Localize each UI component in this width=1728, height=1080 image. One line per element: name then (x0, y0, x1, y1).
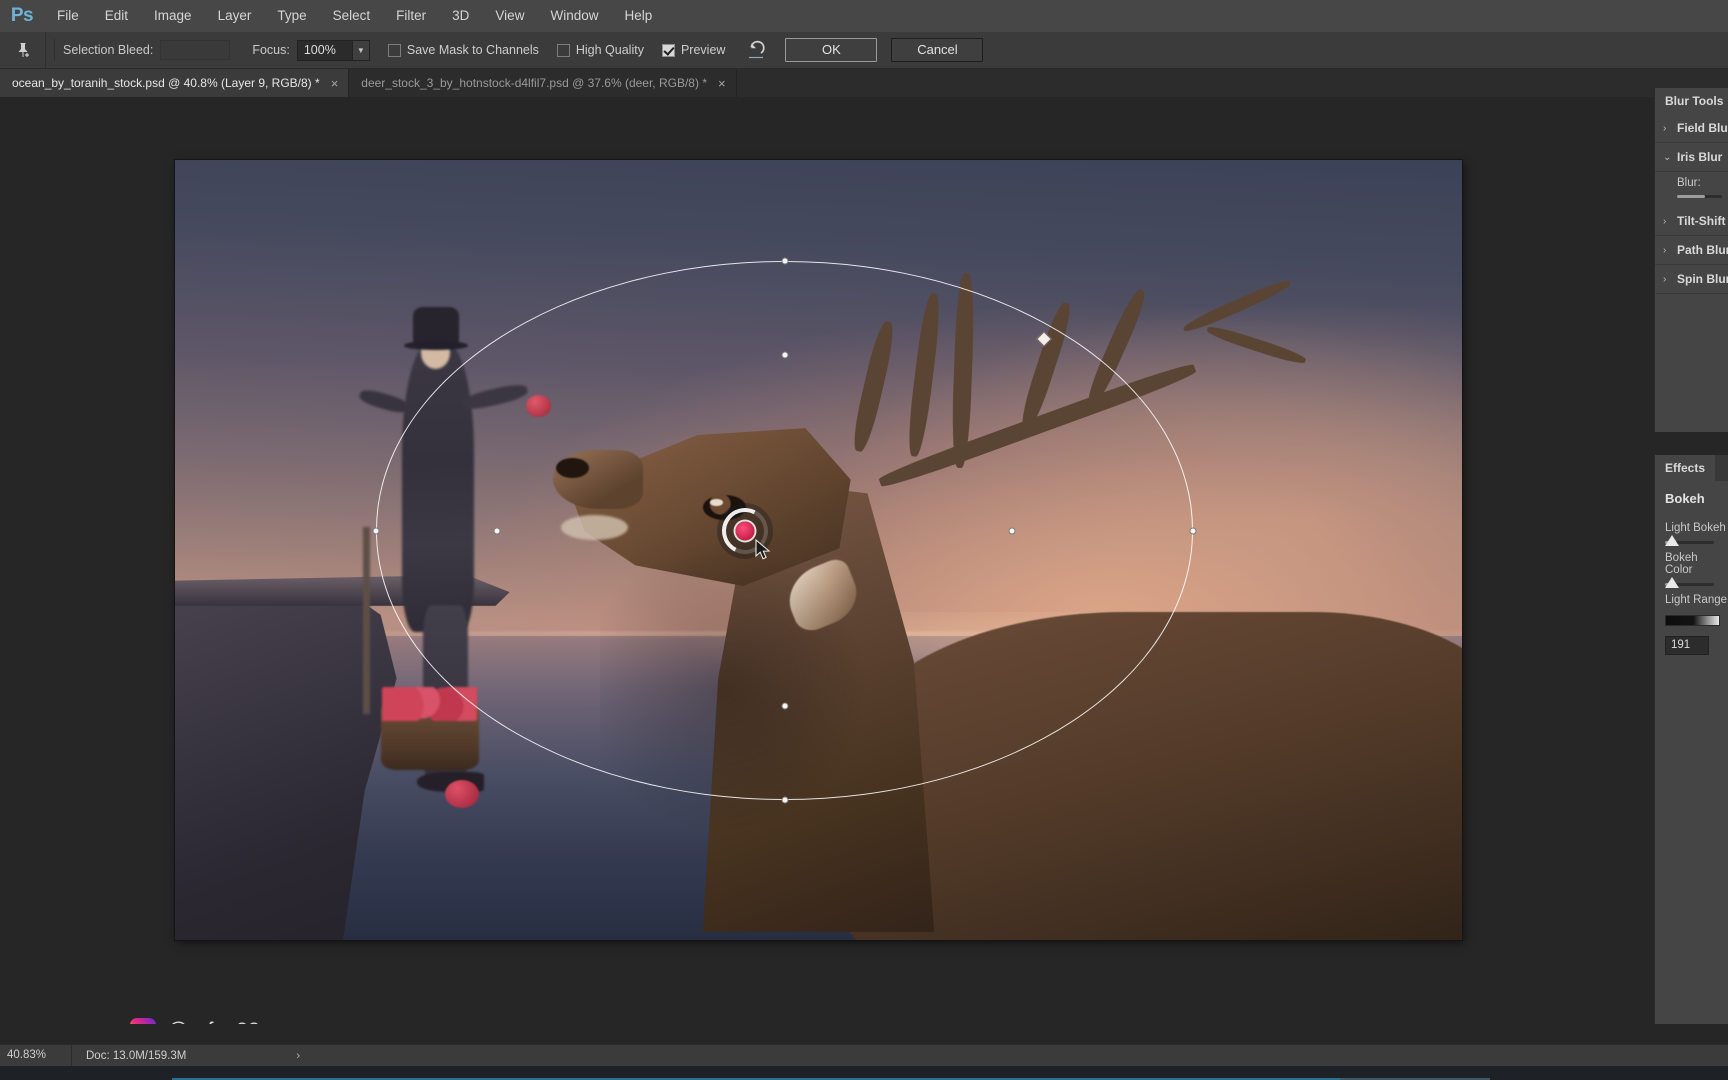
chevron-right-icon[interactable]: › (1663, 274, 1677, 285)
menu-item-edit[interactable]: Edit (92, 0, 141, 32)
light-range-value[interactable]: 191 (1665, 636, 1709, 655)
document-canvas[interactable] (175, 160, 1462, 940)
ok-button[interactable]: OK (785, 38, 878, 62)
blur-tool-field-blur[interactable]: › Field Blur (1655, 114, 1728, 143)
high-quality-checkbox[interactable]: High Quality (556, 43, 644, 57)
status-expand-icon[interactable]: › (186, 1050, 300, 1062)
menu-bar: Ps File Edit Image Layer Type Select Filter 3D V… (0, 0, 1728, 32)
preview-checkbox[interactable]: Preview (661, 43, 726, 57)
preview-label: Preview (680, 43, 726, 57)
chevron-right-icon[interactable]: › (1663, 245, 1677, 256)
effects-tabstrip: Effects (1655, 455, 1728, 481)
checkbox-box (556, 43, 570, 57)
document-tab[interactable]: ocean_by_toranih_stock.psd @ 40.8% (Laye… (0, 69, 350, 97)
menu-item-select[interactable]: Select (320, 0, 384, 32)
blur-tools-list: › Field Blur ⌄ Iris Blur Blur: › Tilt-Shift › Pa… (1655, 114, 1728, 294)
blur-tools-tabstrip: Blur Tools (1655, 88, 1728, 114)
checkbox-box (661, 43, 675, 57)
menu-item-3d[interactable]: 3D (439, 0, 482, 32)
right-panel-rail: Blur Tools › Field Blur ⌄ Iris Blur Blur: › Ti… (1654, 88, 1728, 1024)
checkbox-box (387, 43, 401, 57)
deer-shading (599, 518, 1012, 940)
reset-arrow-icon[interactable] (741, 37, 771, 63)
zoom-level[interactable]: 40.83% (0, 1045, 72, 1066)
slider-fill (1677, 195, 1705, 198)
blur-tool-path-blur[interactable]: › Path Blur (1655, 236, 1728, 265)
cancel-button[interactable]: Cancel (891, 38, 984, 62)
save-mask-label: Save Mask to Channels (406, 43, 539, 57)
slider-track (1664, 535, 1714, 546)
blur-tools-panel: Blur Tools › Field Blur ⌄ Iris Blur Blur: › Ti… (1654, 88, 1728, 432)
divider (54, 39, 55, 61)
menu-item-view[interactable]: View (482, 0, 537, 32)
blur-tool-spin-blur[interactable]: › Spin Blur (1655, 265, 1728, 294)
menu-item-image[interactable]: Image (141, 0, 205, 32)
os-taskbar (0, 1066, 1728, 1080)
man-hat-brim (404, 340, 469, 350)
blur-tool-label: Path Blur (1677, 243, 1728, 257)
selection-bleed-input[interactable] (160, 40, 231, 60)
menu-item-window[interactable]: Window (537, 0, 611, 32)
focus-label: Focus: (252, 43, 290, 57)
canvas-workspace[interactable]: @rafya88 (0, 97, 1654, 1024)
light-range-gradient-slider[interactable] (1665, 615, 1720, 626)
watermark-handle: @rafya88 (167, 1019, 260, 1024)
iris-blur-controls: Blur: (1655, 172, 1728, 207)
blur-tool-label: Tilt-Shift (1677, 214, 1726, 228)
slider-track (1664, 577, 1714, 588)
menu-items: File Edit Image Layer Type Select Filter 3D View… (44, 0, 665, 32)
menu-item-filter[interactable]: Filter (383, 0, 439, 32)
blur-tool-iris-blur[interactable]: ⌄ Iris Blur (1655, 143, 1728, 172)
apple-on-ground (445, 780, 479, 809)
blur-slider[interactable] (1677, 195, 1722, 198)
high-quality-label: High Quality (575, 43, 644, 57)
tool-options-bar: Selection Bleed: Focus: 100% ▼ Save Mask… (0, 32, 1728, 69)
watermark: @rafya88 (130, 1018, 260, 1024)
light-range-label: Light Range (1665, 594, 1728, 606)
artwork-image (175, 160, 1462, 940)
tab-blur-tools[interactable]: Blur Tools (1655, 88, 1728, 114)
menu-item-type[interactable]: Type (264, 0, 319, 32)
menu-item-help[interactable]: Help (611, 0, 665, 32)
document-tab-label: deer_stock_3_by_hotnstock-d4lfil7.psd @ … (361, 76, 707, 90)
save-mask-to-channels-checkbox[interactable]: Save Mask to Channels (387, 43, 539, 57)
blur-tool-label: Spin Blur (1677, 272, 1728, 286)
menu-item-file[interactable]: File (44, 0, 92, 32)
close-icon[interactable]: × (331, 77, 339, 90)
document-size-info: Doc: 13.0M/159.3M (86, 1049, 187, 1062)
photoshop-window: Ps File Edit Image Layer Type Select Filter 3D V… (0, 0, 1728, 1080)
slider-knob[interactable] (1664, 535, 1679, 546)
blur-tool-tilt-shift[interactable]: › Tilt-Shift (1655, 207, 1728, 236)
tab-effects[interactable]: Effects (1655, 455, 1716, 481)
selection-bleed-label: Selection Bleed: (63, 43, 154, 57)
effects-panel: Effects Bokeh Light Bokeh Bokeh Color Li… (1654, 455, 1728, 1024)
document-tab-strip: ocean_by_toranih_stock.psd @ 40.8% (Laye… (0, 69, 1728, 97)
walking-cane (362, 526, 370, 714)
chevron-right-icon[interactable]: › (1663, 216, 1677, 227)
document-tab[interactable]: deer_stock_3_by_hotnstock-d4lfil7.psd @ … (349, 69, 737, 97)
apples-in-basket (382, 686, 478, 721)
focus-dropdown[interactable]: 100% ▼ (296, 39, 370, 61)
man-body (401, 343, 474, 632)
photoshop-logo: Ps (10, 5, 34, 26)
slider-knob[interactable] (1664, 577, 1679, 588)
chevron-down-icon: ▼ (351, 40, 369, 60)
instagram-icon (130, 1018, 156, 1024)
menu-item-layer[interactable]: Layer (205, 0, 265, 32)
blur-slider-label: Blur: (1677, 177, 1701, 189)
blur-tool-label: Iris Blur (1677, 150, 1723, 164)
document-tab-label: ocean_by_toranih_stock.psd @ 40.8% (Laye… (12, 76, 320, 90)
bokeh-section-title: Bokeh (1665, 491, 1705, 506)
status-bar: 40.83% Doc: 13.0M/159.3M › (0, 1044, 1728, 1066)
close-icon[interactable]: × (718, 77, 726, 90)
pin-icon[interactable] (0, 32, 46, 68)
chevron-right-icon[interactable]: › (1663, 123, 1677, 134)
apple-in-hand (526, 394, 551, 418)
focus-value: 100% (303, 42, 336, 57)
blur-tool-label: Field Blur (1677, 121, 1728, 135)
chevron-down-icon[interactable]: ⌄ (1663, 152, 1677, 163)
